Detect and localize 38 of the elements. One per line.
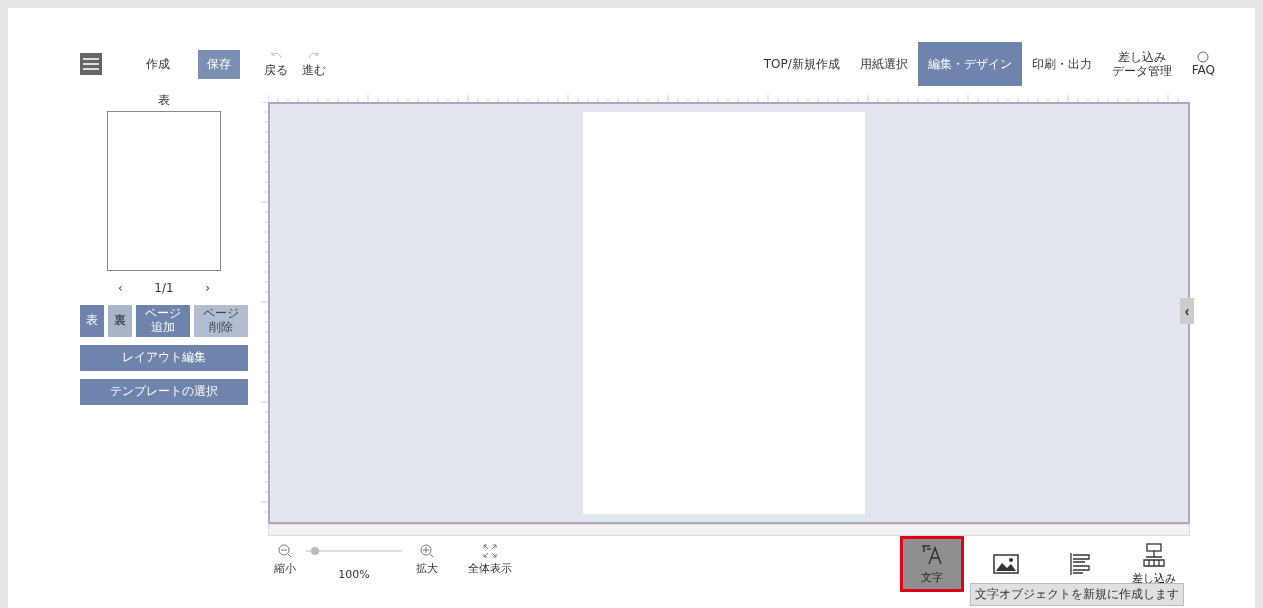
nav-tab[interactable]: 編集・デザイン bbox=[917, 42, 1022, 86]
merge-icon bbox=[1142, 542, 1166, 567]
redo-button[interactable]: 進む bbox=[302, 49, 326, 79]
nav-tab[interactable]: FAQ bbox=[1181, 42, 1225, 86]
page-thumbnail[interactable] bbox=[107, 111, 221, 271]
undo-button[interactable]: 戻る bbox=[264, 49, 288, 79]
nav-tab[interactable]: 印刷・出力 bbox=[1021, 42, 1102, 86]
previous-page-button[interactable]: ‹ bbox=[118, 281, 123, 295]
page-indicator: 1/1 bbox=[154, 281, 174, 295]
zoom-in-button[interactable]: 拡大 bbox=[416, 544, 438, 576]
slider-thumb[interactable] bbox=[311, 547, 320, 555]
nav-tab[interactable]: 差し込み データ管理 bbox=[1101, 42, 1182, 86]
side-toggle[interactable]: 表 bbox=[80, 305, 104, 337]
text-icon bbox=[920, 543, 944, 566]
undo-icon bbox=[269, 49, 283, 60]
nav-tab[interactable]: 用紙選択 bbox=[849, 42, 918, 86]
zoom-out-button[interactable]: 縮小 bbox=[274, 544, 296, 576]
collapse-tab[interactable]: ‹ bbox=[1180, 298, 1194, 324]
side-label: 表 bbox=[158, 92, 170, 109]
fit-button[interactable]: 全体表示 bbox=[468, 544, 512, 576]
zoom-reading: 100% bbox=[338, 568, 370, 581]
action-button[interactable]: テンプレートの選択 bbox=[80, 379, 248, 405]
scrollbar[interactable] bbox=[268, 524, 1190, 536]
zoom-in-icon bbox=[420, 544, 434, 558]
create-label[interactable]: 作成 bbox=[146, 55, 170, 73]
fit-screen-icon bbox=[483, 544, 497, 558]
list-icon bbox=[1069, 552, 1091, 576]
tooltip: 文字オブジェクトを新規に作成します bbox=[970, 583, 1184, 606]
image-icon bbox=[993, 554, 1019, 574]
zoom-out-icon bbox=[278, 544, 292, 558]
side-toggle[interactable]: 裏 bbox=[108, 305, 132, 337]
next-page-button[interactable]: › bbox=[205, 281, 210, 295]
text-tool-button[interactable]: 文字 bbox=[900, 536, 964, 592]
page-button[interactable]: ページ 追加 bbox=[136, 305, 190, 337]
action-button[interactable]: レイアウト編集 bbox=[80, 345, 248, 371]
menu-icon[interactable] bbox=[80, 53, 102, 75]
nav-tab[interactable]: TOP/新規作成 bbox=[753, 42, 850, 86]
redo-icon bbox=[307, 49, 321, 60]
